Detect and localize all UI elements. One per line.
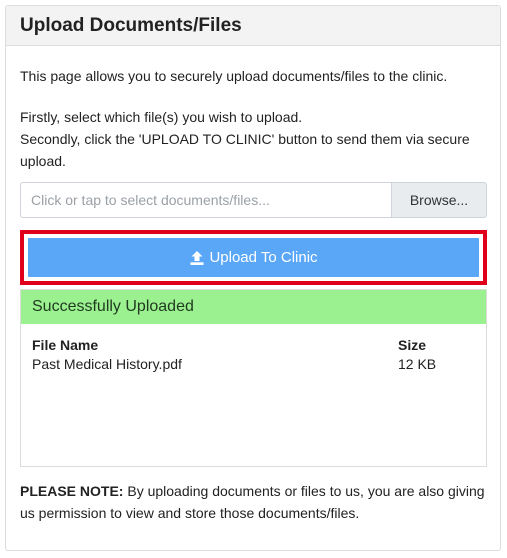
upload-status: Successfully Uploaded	[21, 290, 486, 324]
intro-text: This page allows you to securely upload …	[20, 68, 448, 84]
instruction-step-1: Firstly, select which file(s) you wish t…	[20, 109, 303, 125]
upload-icon	[190, 250, 204, 265]
file-picker: Click or tap to select documents/files..…	[20, 182, 487, 218]
column-header-size: Size	[398, 337, 427, 353]
upload-button-highlight: Upload To Clinic	[20, 230, 487, 285]
note-prefix: PLEASE NOTE:	[20, 483, 124, 499]
panel-title: Upload Documents/Files	[6, 6, 500, 46]
table-header-row: File Name Size	[32, 336, 475, 355]
upload-results: Successfully Uploaded File Name Size Pas…	[20, 289, 487, 467]
file-name-cell: Past Medical History.pdf	[32, 356, 182, 372]
please-note: PLEASE NOTE: By uploading documents or f…	[20, 480, 486, 524]
browse-button[interactable]: Browse...	[391, 182, 487, 218]
file-size-cell: 12 KB	[398, 356, 437, 372]
upload-to-clinic-button[interactable]: Upload To Clinic	[28, 238, 479, 277]
instructions: Firstly, select which file(s) you wish t…	[20, 106, 486, 172]
upload-panel: Upload Documents/Files This page allows …	[5, 5, 501, 551]
table-row: Past Medical History.pdf 12 KB	[32, 355, 475, 374]
upload-button-label: Upload To Clinic	[209, 249, 318, 266]
file-select-input[interactable]: Click or tap to select documents/files..…	[20, 182, 391, 218]
instruction-step-2: Secondly, click the 'UPLOAD TO CLINIC' b…	[20, 131, 470, 169]
uploaded-files-table: File Name Size Past Medical History.pdf …	[21, 324, 486, 374]
column-header-file-name: File Name	[32, 337, 99, 353]
